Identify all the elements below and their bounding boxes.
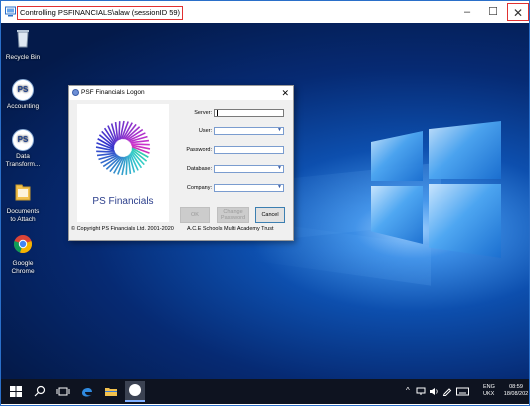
wallpaper-pane bbox=[371, 186, 423, 244]
wallpaper-pane bbox=[429, 121, 501, 179]
taskbar-psf-app-button[interactable] bbox=[125, 381, 145, 402]
taskbar: ^ ENG UKX 08:59 18/08/202 bbox=[1, 379, 529, 404]
ps-icon: PS bbox=[12, 79, 34, 101]
minimize-button[interactable]: – bbox=[456, 3, 478, 21]
close-button[interactable]: ✕ bbox=[507, 3, 529, 21]
clock-date: 18/08/202 bbox=[503, 391, 529, 397]
chevron-down-icon: ▼ bbox=[277, 165, 282, 171]
user-label: User: bbox=[198, 128, 212, 134]
recycle-bin-icon bbox=[17, 30, 29, 48]
desktop-icon-data-transform[interactable]: PS Data Transform... bbox=[3, 129, 43, 169]
search-icon[interactable] bbox=[33, 384, 47, 399]
desktop-icon-label: Google Chrome bbox=[11, 260, 35, 275]
change-password-button[interactable]: Change Password bbox=[217, 207, 249, 223]
desktop-icon-google-chrome[interactable]: Google Chrome bbox=[3, 233, 43, 276]
maximize-button[interactable]: ☐ bbox=[482, 3, 504, 21]
server-input[interactable] bbox=[214, 109, 284, 117]
dialog-close-button[interactable]: ✕ bbox=[281, 86, 289, 100]
folder-icon bbox=[15, 184, 31, 201]
psf-app-icon bbox=[129, 384, 141, 396]
server-label: Server: bbox=[194, 110, 212, 116]
wallpaper-pane bbox=[429, 184, 501, 258]
desktop-icon-label: Accounting bbox=[6, 103, 40, 110]
user-dropdown[interactable]: ▼ bbox=[214, 127, 284, 135]
dialog-titlebar: PSF Financials Logon ✕ bbox=[69, 86, 293, 100]
clock[interactable]: 08:59 18/08/202 bbox=[502, 384, 530, 398]
copyright-text: © Copyright PS Financials Ltd. 2001-2020 bbox=[71, 226, 174, 232]
logo-text: PS Financials bbox=[92, 196, 154, 207]
language-indicator[interactable]: ENG UKX bbox=[483, 384, 495, 398]
logon-dialog: PSF Financials Logon ✕ PS Financials Ser… bbox=[68, 85, 294, 241]
language-code: ENG bbox=[483, 384, 495, 390]
desktop-icon-documents-to-attach[interactable]: Documents to Attach bbox=[3, 181, 43, 224]
app-icon bbox=[72, 89, 79, 96]
logo-stripe bbox=[130, 143, 150, 146]
volume-icon[interactable] bbox=[429, 387, 439, 396]
dialog-title: PSF Financials Logon bbox=[81, 89, 145, 96]
windows-start-icon[interactable] bbox=[9, 384, 23, 399]
database-label: Database: bbox=[186, 166, 212, 172]
file-explorer-icon[interactable] bbox=[103, 384, 119, 399]
ok-button[interactable]: OK bbox=[180, 207, 210, 223]
desktop-icon-label: Documents to Attach bbox=[6, 208, 40, 223]
task-view-icon[interactable] bbox=[56, 384, 70, 399]
password-field[interactable] bbox=[214, 146, 284, 154]
window-title: Controlling PSFINANCIALS\alaw (sessionID… bbox=[17, 6, 184, 20]
logo-stripe bbox=[118, 121, 121, 141]
desktop-icon-label: Recycle Bin bbox=[5, 54, 41, 61]
network-icon[interactable] bbox=[416, 387, 426, 396]
edge-icon[interactable] bbox=[79, 384, 95, 399]
cancel-button[interactable]: Cancel bbox=[255, 207, 285, 223]
chevron-up-icon[interactable]: ^ bbox=[406, 387, 410, 395]
button-label: Password bbox=[220, 215, 246, 221]
pen-icon[interactable] bbox=[442, 387, 452, 396]
desktop-icon-accounting[interactable]: PS Accounting bbox=[3, 79, 43, 111]
keyboard-icon[interactable] bbox=[456, 387, 469, 396]
chrome-icon bbox=[13, 235, 33, 254]
logo-stripe bbox=[125, 155, 128, 175]
keyboard-layout: UKX bbox=[483, 391, 495, 397]
remote-app-icon bbox=[5, 6, 16, 17]
chevron-down-icon: ▼ bbox=[277, 127, 282, 133]
organisation-name: A.C.E Schools Multi Academy Trust bbox=[187, 226, 274, 232]
company-dropdown[interactable]: ▼ bbox=[214, 184, 284, 192]
password-label: Password: bbox=[186, 147, 212, 153]
desktop-icon-recycle-bin[interactable]: Recycle Bin bbox=[3, 27, 43, 62]
company-label: Company: bbox=[186, 185, 212, 191]
chevron-down-icon: ▼ bbox=[277, 184, 282, 190]
window-titlebar: Controlling PSFINANCIALS\alaw (sessionID… bbox=[1, 1, 529, 23]
logo-stripe bbox=[96, 150, 116, 153]
clock-time: 08:59 bbox=[509, 384, 523, 390]
ps-icon: PS bbox=[12, 129, 34, 151]
ps-financials-logo-icon bbox=[95, 120, 151, 176]
text-cursor bbox=[217, 110, 218, 116]
desktop: Recycle Bin PS Accounting PS Data Transf… bbox=[1, 23, 529, 379]
database-dropdown[interactable]: ▼ bbox=[214, 165, 284, 173]
logo-panel: PS Financials bbox=[77, 104, 169, 222]
wallpaper-pane bbox=[371, 131, 423, 181]
desktop-icon-label: Data Transform... bbox=[5, 153, 41, 168]
